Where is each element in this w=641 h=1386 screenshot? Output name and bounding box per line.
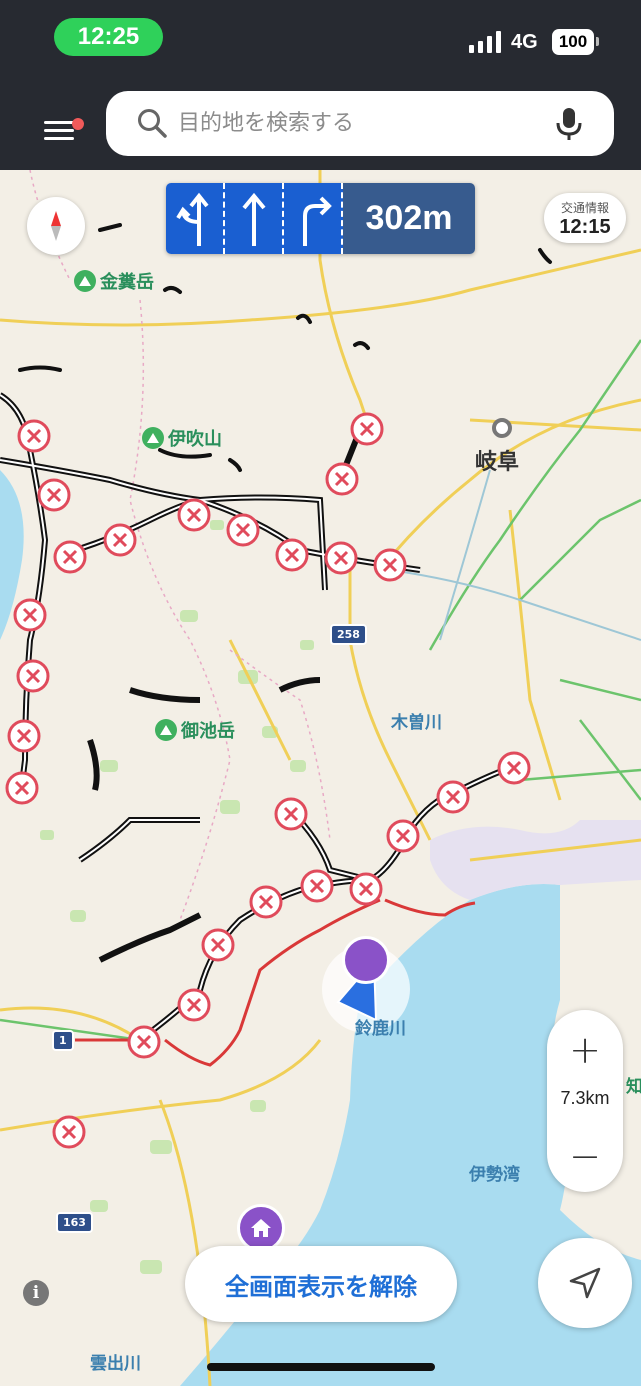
traffic-info-time: 12:15 xyxy=(559,216,611,238)
mountain-label: 御池岳 xyxy=(155,717,235,743)
mountain-label: 金糞岳 xyxy=(74,268,154,294)
river-label: 鈴鹿川 xyxy=(355,1019,406,1039)
turn-right-arrow-icon xyxy=(302,196,332,246)
mountain-icon xyxy=(74,270,96,292)
mountain-icon xyxy=(142,427,164,449)
zoom-scale: 7.3km xyxy=(560,1088,610,1108)
battery-level: 100 xyxy=(552,29,594,55)
straight-arrow-icon xyxy=(241,192,266,246)
search-bar[interactable] xyxy=(106,91,614,156)
status-bar: 12:25 4G 100 xyxy=(0,0,641,90)
map-canvas xyxy=(0,170,641,1386)
current-location-button[interactable] xyxy=(538,1238,632,1328)
location-arrow-icon xyxy=(569,1267,601,1299)
battery-tip xyxy=(596,37,599,46)
zoom-control: + 7.3km − xyxy=(547,1010,623,1192)
lane-straight xyxy=(225,183,284,254)
river-label: 木曽川 xyxy=(391,713,442,733)
home-indicator[interactable] xyxy=(207,1363,435,1371)
mountain-label: 伊吹山 xyxy=(142,425,222,451)
mountain-icon xyxy=(155,719,177,741)
microphone-icon[interactable] xyxy=(554,106,584,142)
notification-dot xyxy=(72,118,84,130)
info-button[interactable]: i xyxy=(23,1280,49,1306)
menu-button[interactable] xyxy=(38,110,84,150)
maneuver-distance: 302m xyxy=(343,183,475,254)
lane-turn-right xyxy=(284,183,343,254)
route-shield: 258 xyxy=(330,624,367,645)
river-label: 雲出川 xyxy=(90,1354,141,1374)
zoom-in-button[interactable]: + xyxy=(547,1020,623,1080)
network-type: 4G xyxy=(511,31,538,53)
status-time: 12:25 xyxy=(54,18,163,56)
traffic-info-button[interactable]: 交通情報 12:15 xyxy=(544,193,626,243)
zoom-out-button[interactable]: − xyxy=(547,1126,623,1186)
home-pin-icon[interactable] xyxy=(237,1204,285,1252)
traffic-info-label: 交通情報 xyxy=(560,201,609,215)
route-shield: 1 xyxy=(52,1030,74,1051)
map-view[interactable]: 金糞岳 伊吹山 御池岳 岐阜 木曽川 鈴鹿川 雲出川 伊勢湾 知 258 1 1… xyxy=(0,170,641,1386)
exit-fullscreen-button[interactable]: 全画面表示を解除 xyxy=(185,1246,457,1322)
route-shield: 163 xyxy=(56,1212,93,1233)
signal-strength-icon xyxy=(469,31,501,53)
search-icon xyxy=(138,109,167,138)
lane-guidance-panel: 302m xyxy=(166,183,475,254)
bay-label: 伊勢湾 xyxy=(469,1165,520,1185)
compass-icon xyxy=(51,211,61,241)
compass-button[interactable] xyxy=(27,197,85,255)
search-input[interactable] xyxy=(178,101,538,145)
home-icon xyxy=(251,1219,271,1237)
lane-straight-left xyxy=(166,183,225,254)
city-label: 岐阜 xyxy=(475,450,520,475)
straight-or-left-arrow-icon xyxy=(175,192,209,246)
partial-label: 知 xyxy=(626,1077,641,1097)
building-pin-icon[interactable] xyxy=(342,936,390,984)
search-header xyxy=(0,90,641,170)
